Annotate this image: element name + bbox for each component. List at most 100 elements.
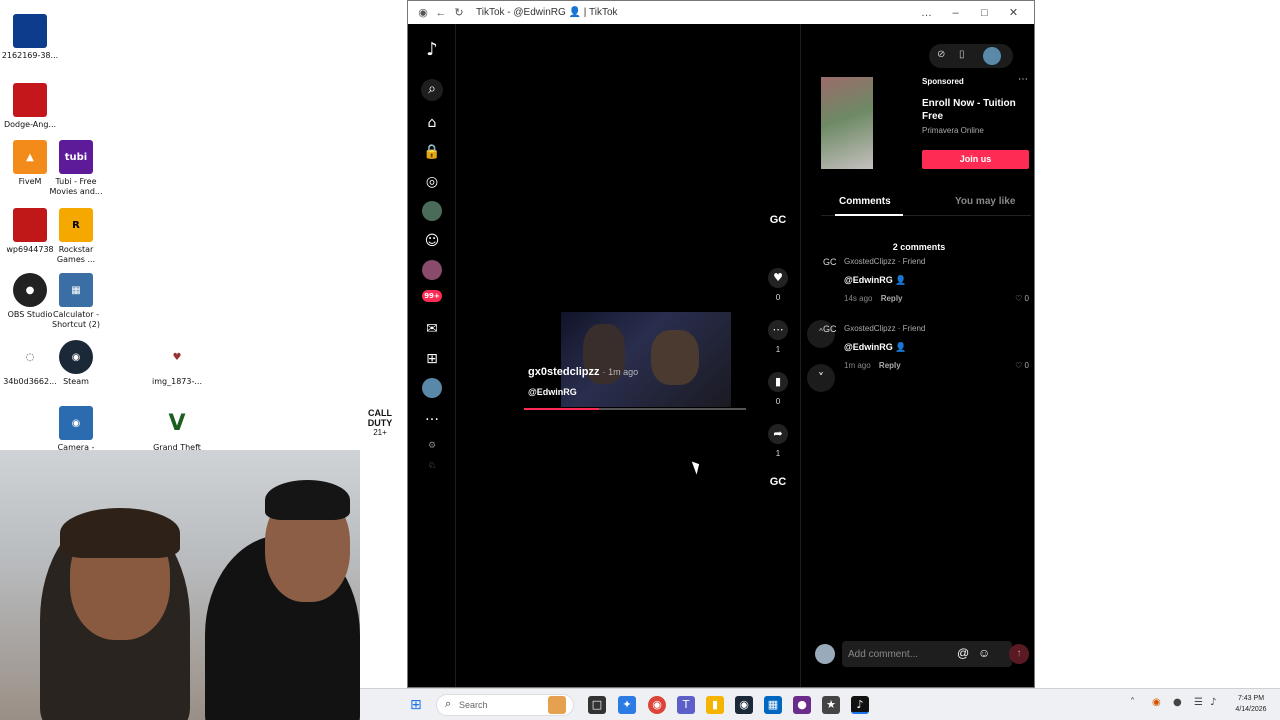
video-progress-bar[interactable]	[524, 408, 746, 410]
messages-icon[interactable]: ✉	[422, 319, 442, 339]
more-options-button[interactable]: …	[912, 7, 941, 19]
tab-comments[interactable]: Comments	[835, 196, 903, 216]
save-button[interactable]: ▮ 0	[768, 372, 788, 406]
file-explorer-icon[interactable]: ▮	[706, 696, 724, 714]
following-avatar-icon[interactable]	[422, 201, 442, 221]
desktop-icon-gta[interactable]: V Grand Theft	[147, 406, 207, 453]
reply-button[interactable]: Reply	[879, 361, 901, 370]
shop-icon[interactable]: 🔒	[422, 142, 442, 162]
video-player[interactable]	[561, 312, 731, 407]
video-person-right	[651, 330, 699, 385]
rockstar-icon: R	[59, 208, 93, 242]
chrome-icon[interactable]: ◉	[648, 696, 666, 714]
back-button[interactable]: ←	[432, 7, 450, 19]
comment-like-button[interactable]: ♡ 0	[1015, 361, 1029, 370]
app-taskbar-icon[interactable]: ★	[822, 696, 840, 714]
reply-button[interactable]: Reply	[881, 294, 903, 303]
sound-avatar[interactable]: GC	[768, 476, 788, 488]
ad-title[interactable]: Enroll Now - Tuition Free	[922, 97, 1022, 123]
like-button[interactable]: ♥ 0	[768, 268, 788, 302]
desktop-icon-label: Rockstar Games ...	[56, 245, 96, 264]
more-icon[interactable]: …	[422, 406, 442, 426]
commenter-avatar[interactable]: GC	[823, 257, 837, 271]
tab-you-may-like[interactable]: You may like	[955, 196, 1015, 207]
tiktok-taskbar-icon[interactable]: ♪	[851, 696, 869, 714]
ad-advertiser[interactable]: Primavera Online	[922, 126, 984, 135]
mention-icon[interactable]: @	[957, 646, 969, 660]
tray-volume-icon[interactable]: ♪	[1210, 697, 1216, 708]
store-icon[interactable]: ▦	[764, 696, 782, 714]
desktop-icon-image[interactable]: 2162169-38...	[0, 14, 60, 61]
teams-icon[interactable]: T	[677, 696, 695, 714]
windows-start-icon[interactable]: ⊞	[410, 697, 426, 713]
desktop-icon-label: img_1873-...	[152, 377, 202, 386]
desktop-icon-tubi[interactable]: tubi Tubi - Free Movies and...	[46, 140, 106, 197]
author-avatar[interactable]: GC	[768, 214, 788, 226]
image-icon: ♥	[160, 340, 194, 374]
explore-mode-icon[interactable]: ⊘	[937, 49, 945, 60]
reload-button[interactable]: ↻	[450, 6, 468, 19]
desktop-icon-dodge[interactable]: Dodge-Ang...	[0, 83, 60, 130]
heart-icon: ♥	[768, 268, 788, 288]
gc-sound-icon: GC	[769, 476, 787, 488]
comment-count: 1	[775, 345, 781, 354]
video-mention[interactable]: @EdwinRG	[528, 387, 577, 397]
user-avatar[interactable]	[983, 47, 1001, 65]
desktop-icon-img[interactable]: ♥ img_1873-...	[147, 340, 207, 387]
video-username[interactable]: gx0stedclipzz	[528, 366, 600, 378]
maximize-button[interactable]: □	[970, 7, 999, 19]
video-author[interactable]: gx0stedclipzz · 1m ago	[528, 366, 638, 378]
video-time: · 1m ago	[602, 367, 639, 377]
profile-avatar-icon[interactable]	[422, 378, 442, 398]
ad-more-icon[interactable]: ⋯	[1018, 74, 1028, 85]
panel-tabs: Comments You may like	[821, 190, 1031, 216]
steam-icon: ◉	[59, 340, 93, 374]
image-icon	[13, 83, 47, 117]
join-us-button[interactable]: Join us	[922, 150, 1029, 169]
browser-window: ◉ ← ↻ TikTok - @EdwinRG 👤 | TikTok … – □…	[407, 0, 1035, 688]
desktop-icon-camera[interactable]: ◉ Camera -	[46, 406, 106, 453]
copilot-icon[interactable]: ✦	[618, 696, 636, 714]
tray-app-icon[interactable]: ◉	[1152, 697, 1161, 708]
fivem-icon: ▲	[13, 140, 47, 174]
upload-icon[interactable]: ⊞	[422, 349, 442, 369]
commenter-name[interactable]: GxostedClipzz · Friend	[844, 324, 925, 333]
commenter-name[interactable]: GxostedClipzz · Friend	[844, 257, 925, 266]
desktop-icon-steam[interactable]: ◉ Steam	[46, 340, 106, 387]
obs-taskbar-icon[interactable]: ●	[793, 696, 811, 714]
close-button[interactable]: ✕	[999, 6, 1028, 19]
add-comment-bar: @ ☺ ↑	[815, 641, 1033, 667]
file-icon: ◌	[13, 340, 47, 374]
trophy-icon: ♘	[427, 461, 437, 471]
comment-button[interactable]: ⋯ 1	[768, 320, 788, 354]
hair-left	[60, 508, 180, 558]
tray-network-icon[interactable]: ☰	[1194, 697, 1203, 708]
image-icon	[13, 208, 47, 242]
friends-icon[interactable]: ☺	[422, 231, 442, 251]
live-avatar-icon[interactable]	[422, 260, 442, 280]
desktop-icon-rockstar[interactable]: R Rockstar Games ...	[46, 208, 106, 265]
activity-badge[interactable]: 99+	[422, 290, 442, 302]
tiktok-page: ♪ ⌕ ⌂ 🔒 ◎ ☺ 99+ ✉ ⊞ … ⚙ ♘ gx0stedclipzz …	[408, 24, 1034, 687]
search-icon[interactable]: ⌕	[421, 79, 443, 101]
ad-thumbnail[interactable]	[821, 77, 873, 169]
share-button[interactable]: ➦ 1	[768, 424, 788, 458]
widgets-icon[interactable]	[548, 696, 566, 714]
desktop-icon-cod[interactable]: CALL DUTY 21+	[362, 408, 398, 437]
comment-like-button[interactable]: ♡ 0	[1015, 294, 1029, 303]
home-icon[interactable]: ⌂	[422, 113, 442, 133]
desktop-icon-calculator[interactable]: ▦ Calculator - Shortcut (2)	[46, 273, 106, 330]
explore-icon[interactable]: ◎	[422, 172, 442, 192]
taskbar-clock[interactable]: 7:43 PM 4/14/2026	[1226, 693, 1276, 715]
task-view-icon[interactable]: □	[588, 696, 606, 714]
commenter-avatar[interactable]: GC	[823, 324, 837, 338]
tiktok-logo-icon[interactable]: ♪	[422, 40, 442, 60]
tray-mic-icon[interactable]: ●	[1173, 697, 1182, 708]
emoji-icon[interactable]: ☺	[978, 646, 990, 660]
phone-icon[interactable]: ▯	[959, 49, 965, 60]
send-comment-button[interactable]: ↑	[1009, 644, 1029, 664]
minimize-button[interactable]: –	[941, 7, 970, 19]
tray-overflow-icon[interactable]: ˄	[1130, 697, 1135, 708]
steam-taskbar-icon[interactable]: ◉	[735, 696, 753, 714]
comment-time: 1m ago	[844, 361, 871, 370]
